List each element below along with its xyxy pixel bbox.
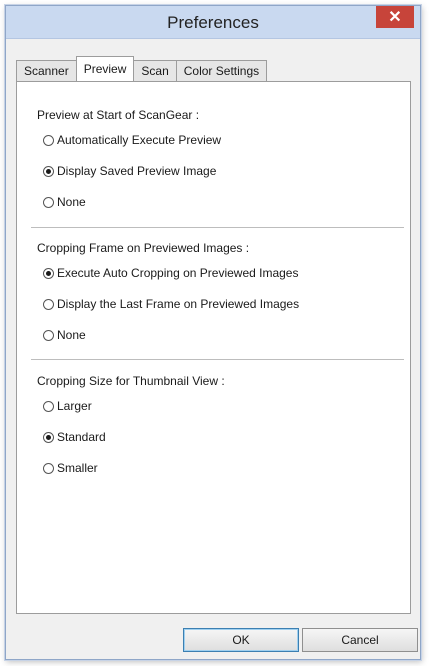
radio-size-standard[interactable]: Standard bbox=[43, 430, 106, 444]
tab-scanner[interactable]: Scanner bbox=[16, 60, 77, 81]
cancel-button[interactable]: Cancel bbox=[302, 628, 418, 652]
radio-indicator bbox=[43, 462, 54, 474]
tab-scan[interactable]: Scan bbox=[133, 60, 177, 81]
tab-color-settings[interactable]: Color Settings bbox=[175, 60, 268, 81]
radio-size-larger[interactable]: Larger bbox=[43, 399, 92, 413]
radio-indicator bbox=[43, 298, 54, 310]
radio-label: Larger bbox=[57, 399, 92, 413]
radio-label: Automatically Execute Preview bbox=[57, 133, 222, 147]
divider bbox=[31, 227, 404, 228]
radio-display-saved-preview[interactable]: Display Saved Preview Image bbox=[43, 164, 216, 178]
divider bbox=[31, 359, 404, 360]
title-bar: Preferences ✕ bbox=[6, 6, 420, 39]
radio-label: Smaller bbox=[57, 461, 98, 475]
radio-indicator bbox=[43, 196, 54, 208]
radio-label: Standard bbox=[57, 430, 106, 444]
tab-preview[interactable]: Preview bbox=[75, 56, 135, 81]
radio-display-last-frame[interactable]: Display the Last Frame on Previewed Imag… bbox=[43, 297, 299, 311]
radio-indicator bbox=[43, 431, 54, 443]
radio-size-smaller[interactable]: Smaller bbox=[43, 461, 98, 475]
radio-label: Execute Auto Cropping on Previewed Image… bbox=[57, 266, 299, 280]
section-title-cropping-size: Cropping Size for Thumbnail View : bbox=[37, 374, 225, 388]
radio-preview-none[interactable]: None bbox=[43, 195, 86, 209]
radio-indicator bbox=[43, 267, 54, 279]
close-icon: ✕ bbox=[388, 9, 402, 26]
radio-auto-execute-preview[interactable]: Automatically Execute Preview bbox=[43, 133, 221, 147]
tab-strip: Scanner Preview Scan Color Settings bbox=[16, 56, 268, 81]
radio-indicator bbox=[43, 329, 54, 341]
radio-indicator bbox=[43, 165, 54, 177]
ok-button[interactable]: OK bbox=[183, 628, 299, 652]
dialog-title: Preferences bbox=[167, 13, 259, 32]
radio-label: None bbox=[57, 328, 86, 342]
radio-indicator bbox=[43, 134, 54, 146]
preferences-dialog: Preferences ✕ Scanner Preview Scan Color… bbox=[5, 5, 421, 660]
section-title-preview-start: Preview at Start of ScanGear : bbox=[37, 108, 200, 122]
radio-label: Display Saved Preview Image bbox=[57, 164, 217, 178]
radio-execute-auto-cropping[interactable]: Execute Auto Cropping on Previewed Image… bbox=[43, 266, 298, 280]
radio-label: Display the Last Frame on Previewed Imag… bbox=[57, 297, 300, 311]
close-button[interactable]: ✕ bbox=[376, 6, 414, 28]
section-title-cropping-frame: Cropping Frame on Previewed Images : bbox=[37, 241, 250, 255]
preview-tab-panel: Preview at Start of ScanGear : Automatic… bbox=[16, 81, 411, 614]
radio-indicator bbox=[43, 400, 54, 412]
radio-label: None bbox=[57, 195, 86, 209]
radio-cropping-none[interactable]: None bbox=[43, 328, 86, 342]
